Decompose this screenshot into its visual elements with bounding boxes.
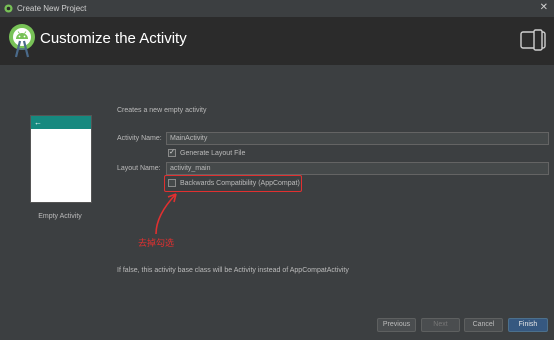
activity-description: Creates a new empty activity	[117, 107, 207, 114]
layout-name-label: Layout Name:	[117, 165, 161, 172]
generate-layout-checkbox[interactable]: ✓	[168, 149, 176, 157]
window-title: Create New Project	[17, 4, 87, 13]
annotation-highlight-box	[164, 175, 302, 192]
page-title: Customize the Activity	[40, 30, 187, 47]
info-text: If false, this activity base class will …	[117, 267, 349, 274]
annotation-arrow-icon	[155, 193, 177, 235]
annotation-text: 去掉勾选	[138, 238, 175, 248]
next-button[interactable]: Next	[421, 318, 460, 332]
finish-button[interactable]: Finish	[508, 318, 548, 332]
activity-name-field[interactable]: MainActivity	[166, 132, 549, 145]
wizard-header: Customize the Activity	[0, 17, 554, 65]
generate-layout-label: Generate Layout File	[180, 149, 246, 157]
back-arrow-icon: ←	[34, 118, 42, 127]
title-bar: Create New Project ✕	[0, 0, 554, 18]
preview-caption: Empty Activity	[38, 213, 82, 220]
cancel-button[interactable]: Cancel	[464, 318, 503, 332]
previous-button[interactable]: Previous	[377, 318, 416, 332]
android-studio-logo-icon	[9, 24, 35, 58]
wizard-body: ← Empty Activity Creates a new empty act…	[0, 65, 554, 340]
generate-layout-row[interactable]: ✓ Generate Layout File	[168, 149, 245, 157]
close-icon[interactable]: ✕	[540, 2, 548, 14]
activity-preview: ←	[30, 115, 92, 203]
activity-name-label: Activity Name:	[117, 135, 162, 142]
layout-name-field[interactable]: activity_main	[166, 162, 549, 175]
device-layout-icon	[520, 29, 546, 51]
preview-app-bar: ←	[31, 116, 91, 129]
android-studio-small-icon	[4, 4, 13, 13]
